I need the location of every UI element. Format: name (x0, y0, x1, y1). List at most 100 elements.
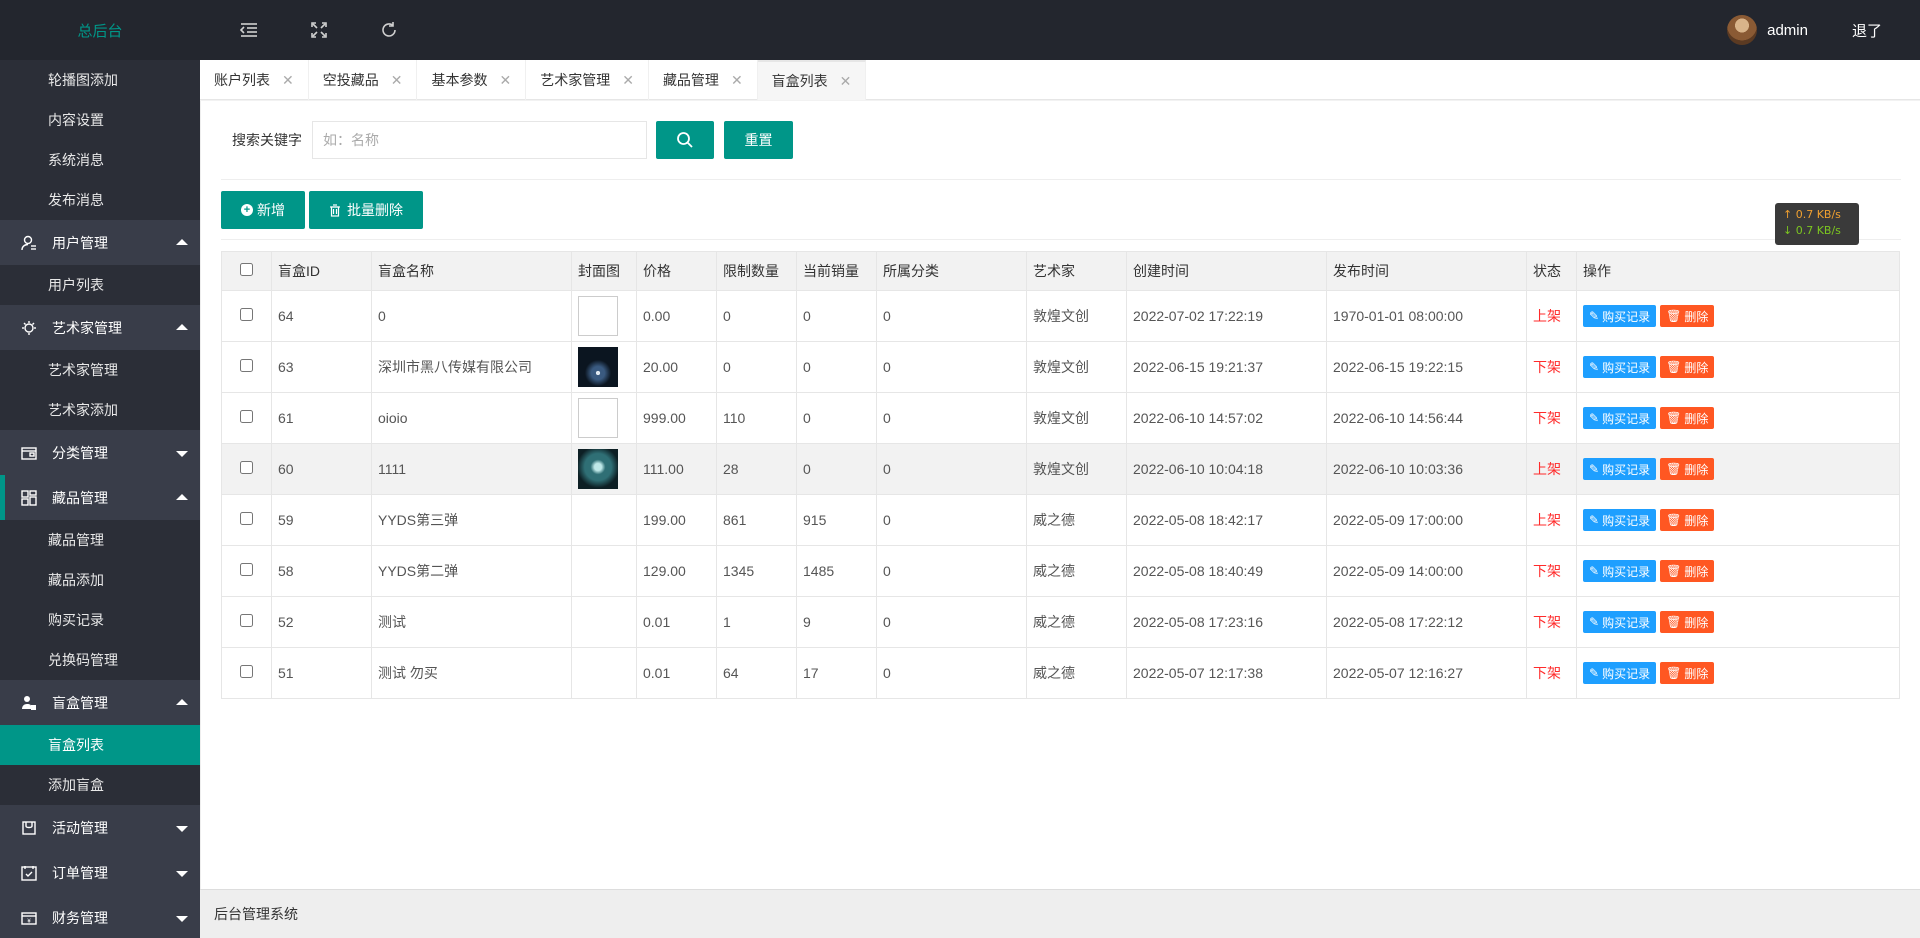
status-cell: 上架 (1526, 443, 1577, 495)
tab-blind-box-list[interactable]: 盲盒列表 ✕ (757, 60, 867, 101)
fullscreen-button[interactable] (284, 0, 354, 60)
app-logo[interactable]: 总后台 (0, 0, 200, 60)
sidebar-item-collection-add[interactable]: 藏品添加 (0, 560, 200, 600)
row-checkbox[interactable] (240, 410, 253, 423)
purchase-record-button[interactable]: ✎ 购买记录 (1583, 662, 1657, 684)
row-checkbox[interactable] (240, 461, 253, 474)
reset-button[interactable]: 重置 (724, 121, 793, 159)
close-icon[interactable]: ✕ (731, 60, 743, 100)
category-cell: 0 (876, 341, 1027, 393)
refresh-button[interactable] (354, 0, 424, 60)
sidebar: 轮播图添加 内容设置 系统消息 发布消息 用户管理 用户列表 艺术家管理 艺术家… (0, 60, 200, 938)
edit-icon: ✎ (1589, 666, 1600, 680)
delete-button[interactable]: 🗑 删除 (1660, 305, 1715, 327)
purchase-record-button[interactable]: ✎ 购买记录 (1583, 305, 1657, 327)
published-cell: 2022-06-10 14:56:44 (1326, 392, 1527, 444)
delete-button[interactable]: 🗑 删除 (1660, 662, 1715, 684)
delete-button[interactable]: 🗑 删除 (1660, 356, 1715, 378)
sidebar-group-orders[interactable]: 订单管理 (0, 850, 200, 895)
search-button[interactable] (656, 121, 714, 159)
category-cell: 0 (876, 647, 1027, 699)
price-cell: 0.01 (636, 647, 717, 699)
status-link[interactable]: 下架 (1533, 614, 1561, 630)
name-cell: YYDS第二弹 (371, 545, 572, 597)
delete-button[interactable]: 🗑 删除 (1660, 407, 1715, 429)
purchase-record-button[interactable]: ✎ 购买记录 (1583, 560, 1657, 582)
delete-button[interactable]: 🗑 删除 (1660, 458, 1715, 480)
artist-cell: 威之德 (1026, 596, 1127, 648)
close-icon[interactable]: ✕ (840, 61, 852, 101)
logout-link[interactable]: 退了 (1852, 20, 1882, 41)
sidebar-group-categories[interactable]: 分类管理 (0, 430, 200, 475)
purchase-record-label: 购买记录 (1602, 666, 1651, 681)
purchase-record-button[interactable]: ✎ 购买记录 (1583, 509, 1657, 531)
sidebar-item-purchase-records[interactable]: 购买记录 (0, 600, 200, 640)
purchase-record-button[interactable]: ✎ 购买记录 (1583, 611, 1657, 633)
sidebar-item-system-messages[interactable]: 系统消息 (0, 140, 200, 180)
status-link[interactable]: 下架 (1533, 410, 1561, 426)
tab-artist-management[interactable]: 艺术家管理 ✕ (526, 60, 649, 100)
add-button[interactable]: + 新增 (221, 191, 305, 229)
sidebar-item-publish-message[interactable]: 发布消息 (0, 180, 200, 220)
sidebar-item-user-list[interactable]: 用户列表 (0, 265, 200, 305)
upload-speed-value: 0.7 KB/s (1795, 208, 1841, 221)
status-cell: 下架 (1526, 341, 1577, 393)
row-checkbox[interactable] (240, 665, 253, 678)
sidebar-group-activities[interactable]: 活动管理 (0, 805, 200, 850)
limit-cell: 28 (716, 443, 797, 495)
sidebar-group-users[interactable]: 用户管理 (0, 220, 200, 265)
delete-button[interactable]: 🗑 删除 (1660, 560, 1715, 582)
sidebar-item-collection-management[interactable]: 藏品管理 (0, 520, 200, 560)
menu-collapse-button[interactable] (214, 0, 284, 60)
status-link[interactable]: 下架 (1533, 665, 1561, 681)
close-icon[interactable]: ✕ (391, 60, 403, 100)
row-checkbox[interactable] (240, 308, 253, 321)
row-checkbox[interactable] (240, 614, 253, 627)
select-all-checkbox[interactable] (240, 263, 253, 276)
tab-airdrop[interactable]: 空投藏品 ✕ (309, 60, 418, 100)
tab-basic-params[interactable]: 基本参数 ✕ (417, 60, 527, 100)
tab-account-list[interactable]: 账户列表 ✕ (200, 60, 309, 100)
limit-cell: 0 (716, 341, 797, 393)
search-input[interactable] (312, 121, 647, 159)
status-link[interactable]: 上架 (1533, 308, 1561, 324)
delete-button[interactable]: 🗑 删除 (1660, 509, 1715, 531)
artist-cell: 敦煌文创 (1026, 443, 1127, 495)
sidebar-group-blind-box[interactable]: 盲盒管理 (0, 680, 200, 725)
blind-box-table: 盲盒ID 盲盒名称 封面图 价格 限制数量 当前销量 所属分类 艺术家 创建时间… (221, 251, 1900, 699)
row-checkbox[interactable] (240, 359, 253, 372)
batch-delete-button[interactable]: 批量删除 (309, 191, 423, 229)
table-row: 52 测试 0.01 1 9 0 威之德 2022-05-08 17:23:16 2022-05… (221, 596, 1900, 648)
purchase-record-button[interactable]: ✎ 购买记录 (1583, 407, 1657, 429)
status-link[interactable]: 下架 (1533, 563, 1561, 579)
column-header: 创建时间 (1126, 251, 1327, 291)
close-icon[interactable]: ✕ (499, 60, 511, 100)
user-menu[interactable]: admin (1727, 15, 1808, 45)
sidebar-item-artist-add[interactable]: 艺术家添加 (0, 390, 200, 430)
tab-collection-management[interactable]: 藏品管理 ✕ (649, 60, 758, 100)
purchase-record-button[interactable]: ✎ 购买记录 (1583, 458, 1657, 480)
purchase-record-button[interactable]: ✎ 购买记录 (1583, 356, 1657, 378)
sidebar-group-label: 分类管理 (52, 444, 108, 461)
status-link[interactable]: 上架 (1533, 512, 1561, 528)
created-cell: 2022-05-08 18:42:17 (1126, 494, 1327, 546)
row-checkbox[interactable] (240, 512, 253, 525)
sidebar-item-blind-box-add[interactable]: 添加盲盒 (0, 765, 200, 805)
sidebar-item-banner-add[interactable]: 轮播图添加 (0, 60, 200, 100)
delete-button[interactable]: 🗑 删除 (1660, 611, 1715, 633)
sidebar-group-collections[interactable]: 藏品管理 (0, 475, 200, 520)
expand-arrow-icon (176, 870, 188, 877)
sidebar-group-artists[interactable]: 艺术家管理 (0, 305, 200, 350)
sidebar-item-artist-management[interactable]: 艺术家管理 (0, 350, 200, 390)
sidebar-group-finance[interactable]: ¥ 财务管理 (0, 895, 200, 938)
row-checkbox[interactable] (240, 563, 253, 576)
sidebar-item-content-settings[interactable]: 内容设置 (0, 100, 200, 140)
cover-cell (571, 290, 637, 342)
category-cell: 0 (876, 392, 1027, 444)
close-icon[interactable]: ✕ (282, 60, 294, 100)
sidebar-item-redeem-codes[interactable]: 兑换码管理 (0, 640, 200, 680)
status-link[interactable]: 下架 (1533, 359, 1561, 375)
close-icon[interactable]: ✕ (622, 60, 634, 100)
sidebar-item-blind-box-list[interactable]: 盲盒列表 (0, 725, 200, 765)
status-link[interactable]: 上架 (1533, 461, 1561, 477)
